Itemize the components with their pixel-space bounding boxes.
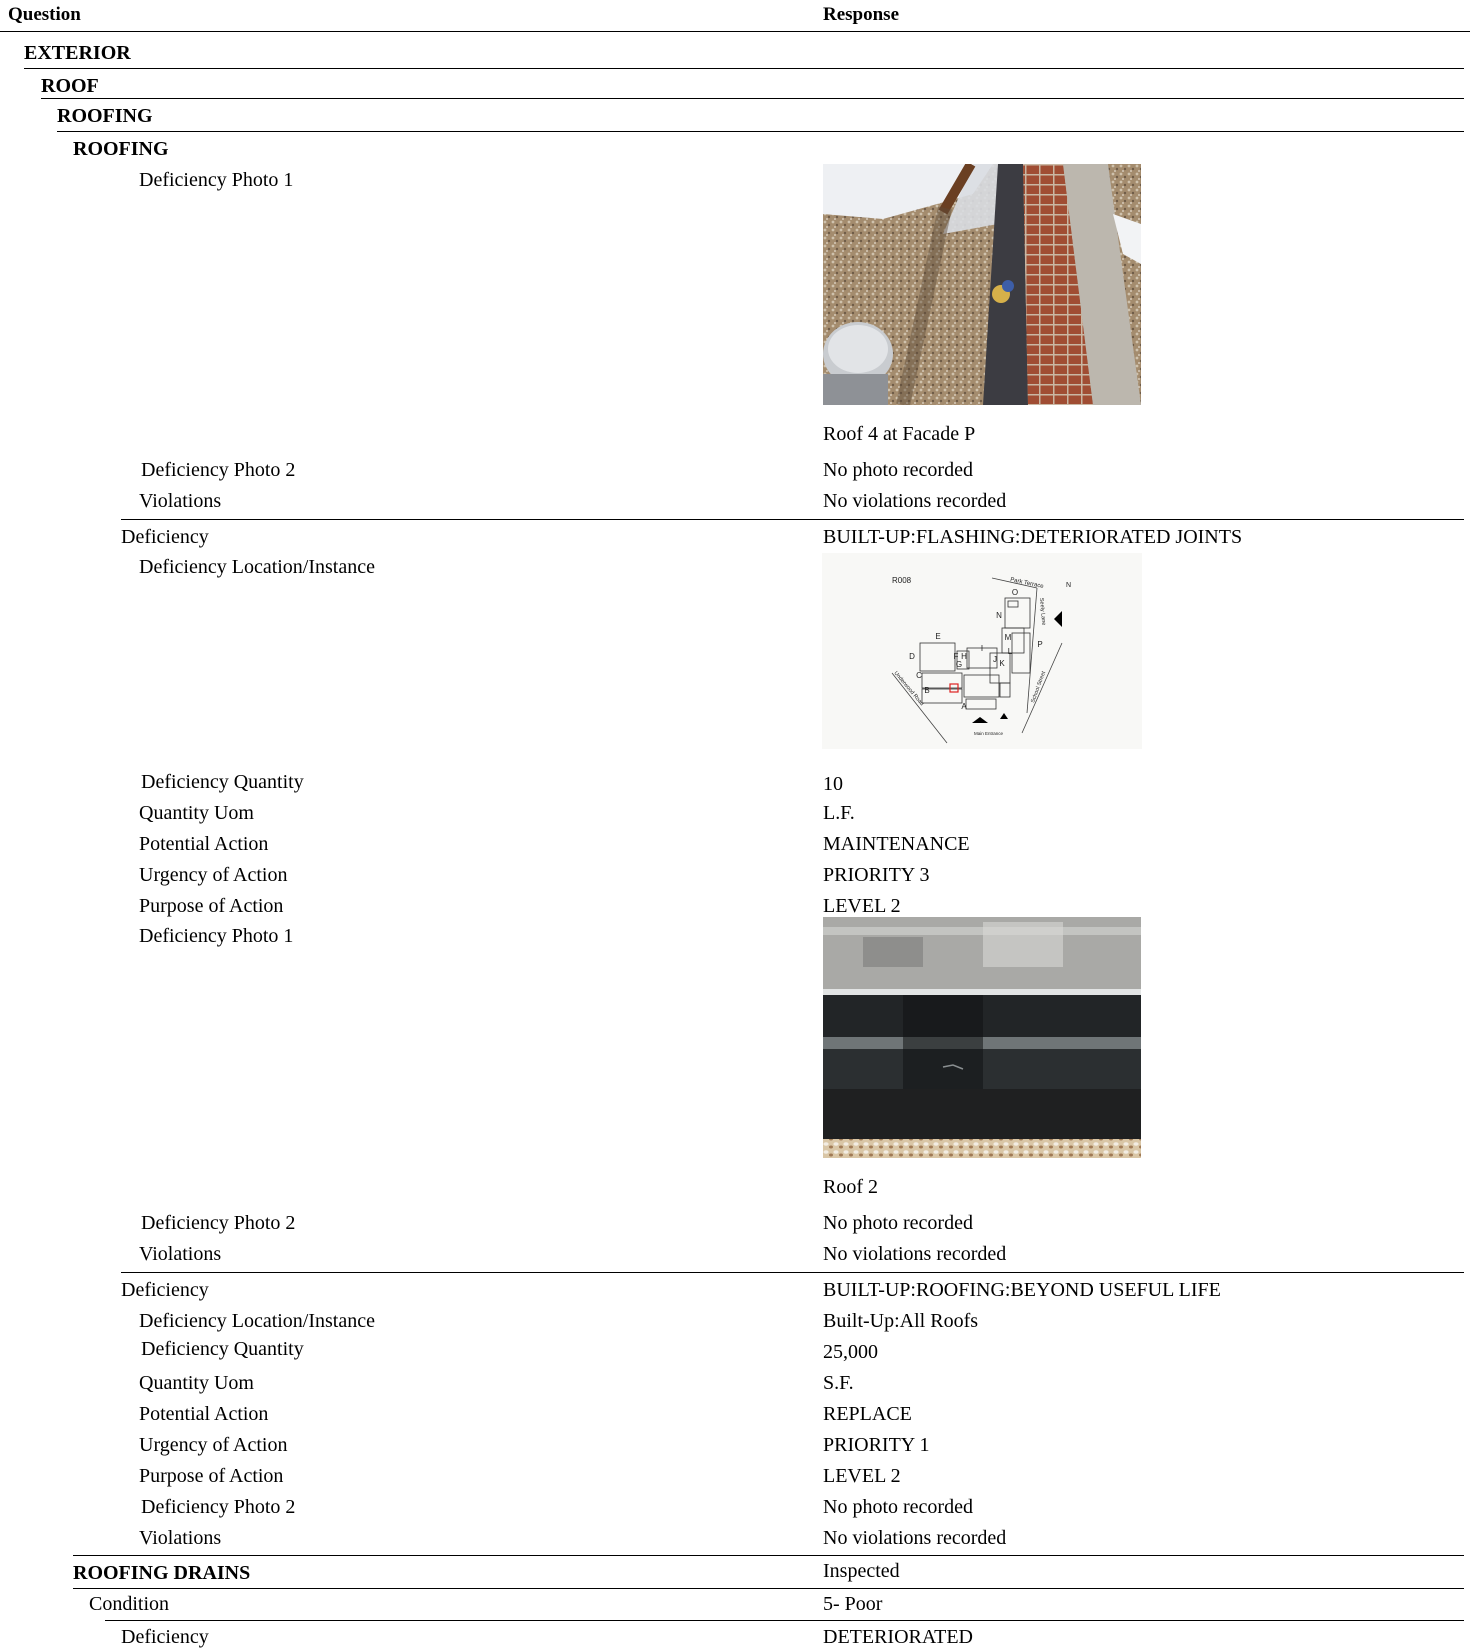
svg-text:M: M: [1005, 633, 1012, 642]
section-roofing-item: ROOFING: [73, 138, 169, 160]
question-label: Condition: [89, 1593, 170, 1615]
divider: [121, 519, 1464, 520]
question-label: Deficiency: [121, 1626, 209, 1648]
response-value: No photo recorded: [823, 1212, 973, 1234]
question-label: Deficiency: [121, 1279, 209, 1301]
svg-text:C: C: [916, 671, 922, 680]
divider: [57, 131, 1464, 132]
response-value: No violations recorded: [823, 1243, 1007, 1265]
response-value: No violations recorded: [823, 490, 1007, 512]
question-label: Deficiency Photo 2: [141, 1496, 296, 1518]
question-label: Purpose of Action: [139, 1465, 284, 1487]
question-label: Potential Action: [139, 1403, 269, 1425]
photo-caption: Roof 4 at Facade P: [823, 423, 976, 445]
response-value: No violations recorded: [823, 1527, 1007, 1549]
response-value: No photo recorded: [823, 459, 973, 481]
question-label: Deficiency Photo 1: [139, 925, 294, 947]
question-label: Deficiency Photo 2: [141, 459, 296, 481]
svg-text:O: O: [1012, 588, 1018, 597]
header-divider: [0, 31, 1470, 32]
deficiency-photo-flashing: [823, 917, 1141, 1158]
question-label: Deficiency Quantity: [141, 1338, 304, 1360]
response-value: No photo recorded: [823, 1496, 973, 1518]
svg-text:N: N: [1066, 582, 1071, 589]
question-label: Violations: [139, 1243, 222, 1265]
divider: [24, 68, 1464, 69]
section-exterior: EXTERIOR: [24, 42, 131, 64]
deficiency-value: BUILT-UP:ROOFING:BEYOND USEFUL LIFE: [823, 1279, 1221, 1301]
response-value: 10: [823, 773, 843, 795]
svg-text:J: J: [993, 655, 997, 664]
svg-text:D: D: [909, 652, 915, 661]
section-roofing-group: ROOFING: [57, 105, 153, 127]
svg-text:Seely Lane: Seely Lane: [1038, 598, 1046, 626]
svg-text:R008: R008: [892, 576, 912, 585]
location-site-plan: R008 Park Terrace N Seely Lane School St…: [822, 553, 1142, 749]
svg-text:P: P: [1037, 640, 1042, 649]
question-column-header: Question: [8, 4, 81, 25]
deficiency-value: BUILT-UP:FLASHING:DETERIORATED JOINTS: [823, 526, 1243, 548]
response-value: 5- Poor: [823, 1593, 883, 1615]
svg-text:A: A: [961, 702, 967, 711]
question-label: Quantity Uom: [139, 1372, 254, 1394]
response-value: S.F.: [823, 1372, 854, 1394]
response-value: Built-Up:All Roofs: [823, 1310, 979, 1332]
section-roof: ROOF: [41, 75, 99, 97]
question-label: Purpose of Action: [139, 895, 284, 917]
question-label: Deficiency Quantity: [141, 771, 304, 793]
svg-text:B: B: [924, 686, 929, 695]
question-label: Potential Action: [139, 833, 269, 855]
divider: [41, 98, 1464, 99]
question-label: Urgency of Action: [139, 864, 288, 886]
response-value: L.F.: [823, 802, 855, 824]
deficiency-value: DETERIORATED: [823, 1626, 973, 1648]
response-value: PRIORITY 3: [823, 864, 930, 886]
response-value: REPLACE: [823, 1403, 912, 1425]
photo-caption: Roof 2: [823, 1176, 878, 1198]
svg-text:School Street: School Street: [1030, 670, 1047, 704]
question-label: Quantity Uom: [139, 802, 254, 824]
svg-text:E: E: [935, 632, 940, 641]
svg-text:I: I: [981, 644, 983, 653]
response-value: MAINTENANCE: [823, 833, 970, 855]
response-value: LEVEL 2: [823, 1465, 901, 1487]
question-label: Violations: [139, 1527, 222, 1549]
question-label: Deficiency Location/Instance: [139, 556, 375, 578]
question-label: Deficiency: [121, 526, 209, 548]
divider: [73, 1555, 1464, 1556]
divider: [121, 1272, 1464, 1273]
svg-text:Main Entrance: Main Entrance: [974, 731, 1004, 736]
question-label: Deficiency Photo 2: [141, 1212, 296, 1234]
svg-text:G: G: [956, 660, 962, 669]
question-label: Urgency of Action: [139, 1434, 288, 1456]
question-label: Violations: [139, 490, 222, 512]
divider: [105, 1620, 1464, 1621]
response-column-header: Response: [823, 4, 900, 25]
response-value: PRIORITY 1: [823, 1434, 930, 1456]
deficiency-photo-roof-gravel: [823, 164, 1141, 405]
divider: [73, 1588, 1464, 1589]
section-roofing-drains: ROOFING DRAINS: [73, 1562, 251, 1584]
svg-text:K: K: [999, 659, 1005, 668]
svg-text:L: L: [1008, 647, 1013, 656]
response-value: LEVEL 2: [823, 895, 901, 917]
question-label: Deficiency Photo 1: [139, 169, 294, 191]
svg-text:N: N: [996, 611, 1002, 620]
response-value: 25,000: [823, 1341, 878, 1363]
question-label: Deficiency Location/Instance: [139, 1310, 375, 1332]
response-value: Inspected: [823, 1560, 900, 1582]
